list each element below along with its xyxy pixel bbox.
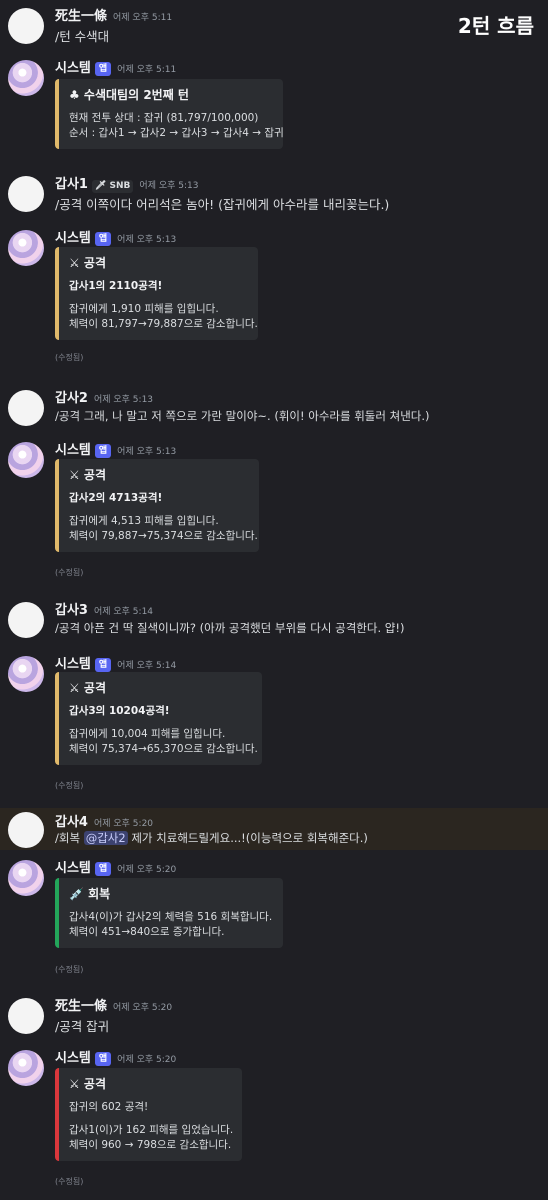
app-badge: 앱	[94, 862, 112, 876]
message-text: /공격 이쪽이다 어리석은 놈아! (잡귀에게 아수라를 내리꽂는다.)	[55, 197, 390, 212]
timestamp: 어제 오후 5:14	[117, 661, 177, 671]
avatar[interactable]	[8, 60, 44, 96]
embed-title: 💉 회복	[69, 887, 111, 901]
embed-line: 체력이 451→840으로 증가합니다.	[69, 926, 225, 938]
embed-line: 잡귀에게 4,513 피해를 입힙니다.	[69, 515, 219, 527]
timestamp: 어제 오후 5:20	[93, 819, 154, 829]
embed-title: ⚔ 공격	[69, 256, 107, 270]
embed-card: ⚔ 공격 갑사3의 10204공격! 잡귀에게 10,004 피해를 입힙니다.…	[55, 672, 262, 765]
timestamp: 어제 오후 5:14	[93, 607, 154, 617]
timestamp: 어제 오후 5:11	[113, 13, 173, 23]
avatar[interactable]	[8, 656, 44, 692]
embed-line: 잡귀의 602 공격!	[69, 1101, 149, 1113]
app-badge: 앱	[94, 1052, 112, 1066]
message: 시스템 앱 어제 오후 5:20 ⚔ 공격 잡귀의 602 공격! 갑사1(이)가 …	[0, 1048, 548, 1198]
timestamp: 어제 오후 5:20	[117, 865, 177, 875]
author-name[interactable]: 死生一條	[55, 999, 107, 1014]
embed-line: 체력이 960 → 798으로 감소합니다.	[69, 1139, 232, 1151]
server-tag-badge: 🗡 SNB	[91, 180, 134, 193]
app-badge: 앱	[94, 62, 112, 76]
message-text: /회복 @갑사2 제가 치료해드릴게요...!(이능력으로 회복해준다.)	[55, 831, 368, 845]
message-text: /공격 아픈 건 딱 질색이니까? (아까 공격했던 부위를 다시 공격한다. …	[55, 621, 405, 635]
author-name[interactable]: 死生一條	[55, 9, 107, 24]
author-name[interactable]: 시스템	[55, 861, 91, 876]
timestamp: 어제 오후 5:13	[93, 395, 154, 405]
author-name[interactable]: 시스템	[55, 657, 91, 672]
message: 시스템 앱 어제 오후 5:20 💉 회복 갑사4(이)가 갑사2의 체력을 516…	[0, 858, 548, 978]
timestamp: 어제 오후 5:20	[117, 1055, 177, 1065]
avatar[interactable]	[8, 390, 44, 426]
embed-line: 순서 : 갑사1 → 갑사2 → 갑사3 → 갑사4 → 잡귀	[69, 127, 284, 139]
embed-line: 체력이 75,374→65,370으로 감소합니다.	[69, 743, 258, 755]
avatar[interactable]	[8, 442, 44, 478]
edited-label: (수정됨)	[55, 781, 84, 790]
embed-line: 현재 전투 상대 : 잡귀 (81,797/100,000)	[69, 112, 259, 124]
author-name[interactable]: 갑사3	[55, 603, 88, 618]
message-text: /공격 그래, 나 말고 저 쪽으로 가란 말이야~. (휘이! 아수라를 휘둘…	[55, 409, 430, 423]
message: 死生一條 어제 오후 5:20 /공격 잡귀	[0, 996, 548, 1036]
edited-label: (수정됨)	[55, 965, 84, 974]
embed-line: 갑사2의 4713공격!	[69, 492, 163, 504]
avatar[interactable]	[8, 812, 44, 848]
embed-card: ♣ 수색대팀의 2번째 턴 현재 전투 상대 : 잡귀 (81,797/100,…	[55, 79, 284, 149]
author-name[interactable]: 시스템	[55, 231, 91, 246]
embed-line: 갑사1(이)가 162 피해를 입었습니다.	[69, 1124, 234, 1136]
message-text: /턴 수색대	[55, 29, 110, 44]
author-name[interactable]: 갑사1	[55, 177, 88, 192]
app-badge: 앱	[94, 444, 112, 458]
embed-line: 갑사3의 10204공격!	[69, 705, 170, 717]
avatar[interactable]	[8, 8, 44, 44]
message: 갑사3 어제 오후 5:14 /공격 아픈 건 딱 질색이니까? (아까 공격했던…	[0, 600, 548, 640]
author-name[interactable]: 시스템	[55, 61, 91, 76]
timestamp: 어제 오후 5:13	[139, 181, 199, 191]
embed-card: ⚔ 공격 잡귀의 602 공격! 갑사1(이)가 162 피해를 입었습니다. …	[55, 1068, 242, 1161]
embed-line: 갑사1의 2110공격!	[69, 280, 163, 292]
embed-line: 잡귀에게 1,910 피해를 입힙니다.	[69, 303, 219, 315]
message: 시스템 앱 어제 오후 5:14 ⚔ 공격 갑사3의 10204공격! 잡귀에게 1…	[0, 654, 548, 794]
embed-title: ⚔ 공격	[69, 1077, 107, 1091]
message-text: /공격 잡귀	[55, 1019, 110, 1034]
avatar[interactable]	[8, 602, 44, 638]
timestamp: 어제 오후 5:20	[113, 1003, 173, 1013]
author-name[interactable]: 시스템	[55, 1051, 91, 1066]
app-badge: 앱	[94, 658, 112, 672]
message: 시스템 앱 어제 오후 5:11 ♣ 수색대팀의 2번째 턴 현재 전투 상대 : …	[0, 58, 548, 158]
embed-title: ⚔ 공격	[69, 468, 107, 482]
embed-title: ⚔ 공격	[69, 681, 107, 695]
app-badge: 앱	[94, 232, 112, 246]
embed-line: 잡귀에게 10,004 피해를 입힙니다.	[69, 728, 226, 740]
edited-label: (수정됨)	[55, 568, 84, 577]
embed-title: ♣ 수색대팀의 2번째 턴	[69, 88, 189, 102]
avatar[interactable]	[8, 230, 44, 266]
avatar[interactable]	[8, 176, 44, 212]
timestamp: 어제 오후 5:11	[117, 65, 177, 75]
timestamp: 어제 오후 5:13	[117, 447, 177, 457]
avatar[interactable]	[8, 1050, 44, 1086]
message-highlighted: 갑사4 어제 오후 5:20 /회복 @갑사2 제가 치료해드릴게요...!(이능…	[0, 808, 548, 850]
embed-card: ⚔ 공격 갑사1의 2110공격! 잡귀에게 1,910 피해를 입힙니다. 체…	[55, 247, 258, 340]
embed-line: 체력이 79,887→75,374으로 감소합니다.	[69, 530, 258, 542]
embed-card: ⚔ 공격 갑사2의 4713공격! 잡귀에게 4,513 피해를 입힙니다. 체…	[55, 459, 259, 552]
message: 갑사1 🗡 SNB 어제 오후 5:13 /공격 이쪽이다 어리석은 놈아! (잡귀…	[0, 174, 548, 214]
author-name[interactable]: 시스템	[55, 443, 91, 458]
sword-icon: 🗡	[94, 181, 107, 191]
edited-label: (수정됨)	[55, 353, 84, 362]
message: 시스템 앱 어제 오후 5:13 ⚔ 공격 갑사1의 2110공격! 잡귀에게 1,…	[0, 228, 548, 368]
user-mention[interactable]: @갑사2	[83, 831, 128, 845]
message: 갑사2 어제 오후 5:13 /공격 그래, 나 말고 저 쪽으로 가란 말이야~…	[0, 388, 548, 428]
embed-card: 💉 회복 갑사4(이)가 갑사2의 체력을 516 회복합니다. 체력이 451…	[55, 878, 283, 948]
timestamp: 어제 오후 5:13	[117, 235, 177, 245]
message: 死生一條 어제 오후 5:11 /턴 수색대	[0, 6, 548, 46]
author-name[interactable]: 갑사4	[55, 815, 88, 830]
author-name[interactable]: 갑사2	[55, 391, 88, 406]
avatar[interactable]	[8, 998, 44, 1034]
avatar[interactable]	[8, 860, 44, 896]
embed-line: 갑사4(이)가 갑사2의 체력을 516 회복합니다.	[69, 911, 273, 923]
embed-line: 체력이 81,797→79,887으로 감소합니다.	[69, 318, 258, 330]
edited-label: (수정됨)	[55, 1177, 84, 1186]
message: 시스템 앱 어제 오후 5:13 ⚔ 공격 갑사2의 4713공격! 잡귀에게 4,…	[0, 440, 548, 580]
